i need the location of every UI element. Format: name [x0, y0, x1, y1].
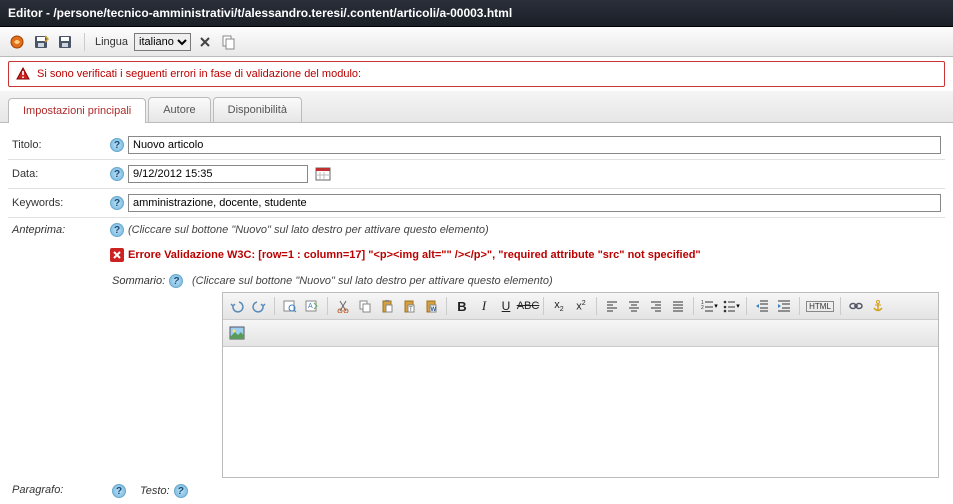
save-icon[interactable]: [56, 33, 74, 51]
delete-locale-icon[interactable]: [197, 34, 213, 50]
image-icon[interactable]: [227, 323, 247, 343]
row-data: Data: ?: [8, 160, 945, 189]
data-input[interactable]: [128, 165, 308, 183]
editor-toolbar-2: [223, 320, 938, 347]
align-justify-icon[interactable]: [668, 296, 688, 316]
indent-icon[interactable]: [774, 296, 794, 316]
replace-icon[interactable]: A: [302, 296, 322, 316]
help-icon[interactable]: ?: [110, 223, 124, 237]
tab-impostazioni[interactable]: Impostazioni principali: [8, 98, 146, 123]
source-html-button[interactable]: HTML: [805, 296, 835, 316]
tab-autore[interactable]: Autore: [148, 97, 210, 122]
help-icon[interactable]: ?: [110, 167, 124, 181]
toolbar-separator: [84, 33, 85, 51]
main-toolbar: Lingua italiano: [0, 27, 953, 57]
copy-icon[interactable]: [355, 296, 375, 316]
anteprima-hint: (Cliccare sul bottone "Nuovo" sul lato d…: [128, 224, 489, 236]
anchor-icon[interactable]: [868, 296, 888, 316]
toolbar-separator: [596, 297, 597, 315]
window-title: Editor - /persone/tecnico-amministrativi…: [8, 6, 512, 20]
save-exit-icon[interactable]: [32, 33, 50, 51]
keywords-label: Keywords:: [12, 197, 63, 209]
titolo-input[interactable]: [128, 136, 941, 154]
calendar-icon[interactable]: [314, 165, 332, 183]
svg-text:A: A: [308, 303, 313, 310]
error-icon: [110, 248, 124, 262]
testo-label: Testo:: [140, 485, 170, 497]
richtext-editor: A T W B I U ABC x2 x2 12▾ ▾: [222, 292, 939, 478]
toolbar-separator: [446, 297, 447, 315]
sommario-label: Sommario:: [112, 275, 165, 287]
bold-icon[interactable]: B: [452, 296, 472, 316]
editor-content-area[interactable]: [223, 347, 938, 477]
subscript-icon[interactable]: x2: [549, 296, 569, 316]
svg-text:2: 2: [701, 305, 704, 311]
link-icon[interactable]: [846, 296, 866, 316]
validation-error-text: Errore Validazione W3C: [row=1 : column=…: [128, 249, 941, 261]
toolbar-separator: [543, 297, 544, 315]
help-icon[interactable]: ?: [174, 484, 188, 498]
align-right-icon[interactable]: [646, 296, 666, 316]
outdent-icon[interactable]: [752, 296, 772, 316]
toolbar-separator: [693, 297, 694, 315]
paste-icon[interactable]: [377, 296, 397, 316]
row-titolo: Titolo: ?: [8, 131, 945, 160]
validation-error-banner: Si sono verificati i seguenti errori in …: [8, 61, 945, 87]
paste-word-icon[interactable]: W: [421, 296, 441, 316]
row-keywords: Keywords: ?: [8, 189, 945, 218]
data-label: Data:: [12, 168, 38, 180]
keywords-input[interactable]: [128, 194, 941, 212]
row-validation-error: Errore Validazione W3C: [row=1 : column=…: [8, 242, 945, 268]
sommario-hint: (Cliccare sul bottone "Nuovo" sul lato d…: [192, 275, 553, 287]
row-sommario: Sommario: ? (Cliccare sul bottone "Nuovo…: [8, 268, 945, 292]
italic-icon[interactable]: I: [474, 296, 494, 316]
help-icon[interactable]: ?: [110, 196, 124, 210]
toolbar-separator: [274, 297, 275, 315]
unordered-list-icon[interactable]: ▾: [721, 296, 741, 316]
lingua-select[interactable]: italiano: [134, 33, 191, 51]
redo-icon[interactable]: [249, 296, 269, 316]
align-center-icon[interactable]: [624, 296, 644, 316]
row-paragrafo: Paragrafo: ? Testo: ?: [8, 478, 945, 504]
paste-text-icon[interactable]: T: [399, 296, 419, 316]
copy-locale-icon[interactable]: [219, 33, 237, 51]
find-icon[interactable]: [280, 296, 300, 316]
paragrafo-label: Paragrafo:: [12, 484, 63, 496]
tab-disponibilita[interactable]: Disponibilità: [213, 97, 302, 122]
editor-toolbar-1: A T W B I U ABC x2 x2 12▾ ▾: [223, 293, 938, 320]
strikethrough-icon[interactable]: ABC: [518, 296, 538, 316]
error-banner-text: Si sono verificati i seguenti errori in …: [37, 68, 361, 80]
cut-icon[interactable]: [333, 296, 353, 316]
toolbar-separator: [327, 297, 328, 315]
anteprima-label: Anteprima:: [12, 224, 65, 236]
align-left-icon[interactable]: [602, 296, 622, 316]
warning-icon: [15, 66, 31, 82]
help-icon[interactable]: ?: [110, 138, 124, 152]
undo-icon[interactable]: [227, 296, 247, 316]
svg-text:W: W: [431, 307, 437, 313]
tab-bar: Impostazioni principali Autore Disponibi…: [0, 91, 953, 123]
underline-icon[interactable]: U: [496, 296, 516, 316]
ordered-list-icon[interactable]: 12▾: [699, 296, 719, 316]
help-icon[interactable]: ?: [169, 274, 183, 288]
toolbar-separator: [840, 297, 841, 315]
publish-icon[interactable]: [8, 33, 26, 51]
help-icon[interactable]: ?: [112, 484, 126, 498]
toolbar-separator: [746, 297, 747, 315]
lingua-label: Lingua: [95, 36, 128, 48]
superscript-icon[interactable]: x2: [571, 296, 591, 316]
titolo-label: Titolo:: [12, 139, 42, 151]
svg-text:T: T: [409, 307, 413, 313]
window-titlebar: Editor - /persone/tecnico-amministrativi…: [0, 0, 953, 27]
toolbar-separator: [799, 297, 800, 315]
row-anteprima: Anteprima: ? (Cliccare sul bottone "Nuov…: [8, 218, 945, 242]
form-area: Titolo: ? Data: ? Keywords: ? Anteprima:…: [0, 123, 953, 504]
